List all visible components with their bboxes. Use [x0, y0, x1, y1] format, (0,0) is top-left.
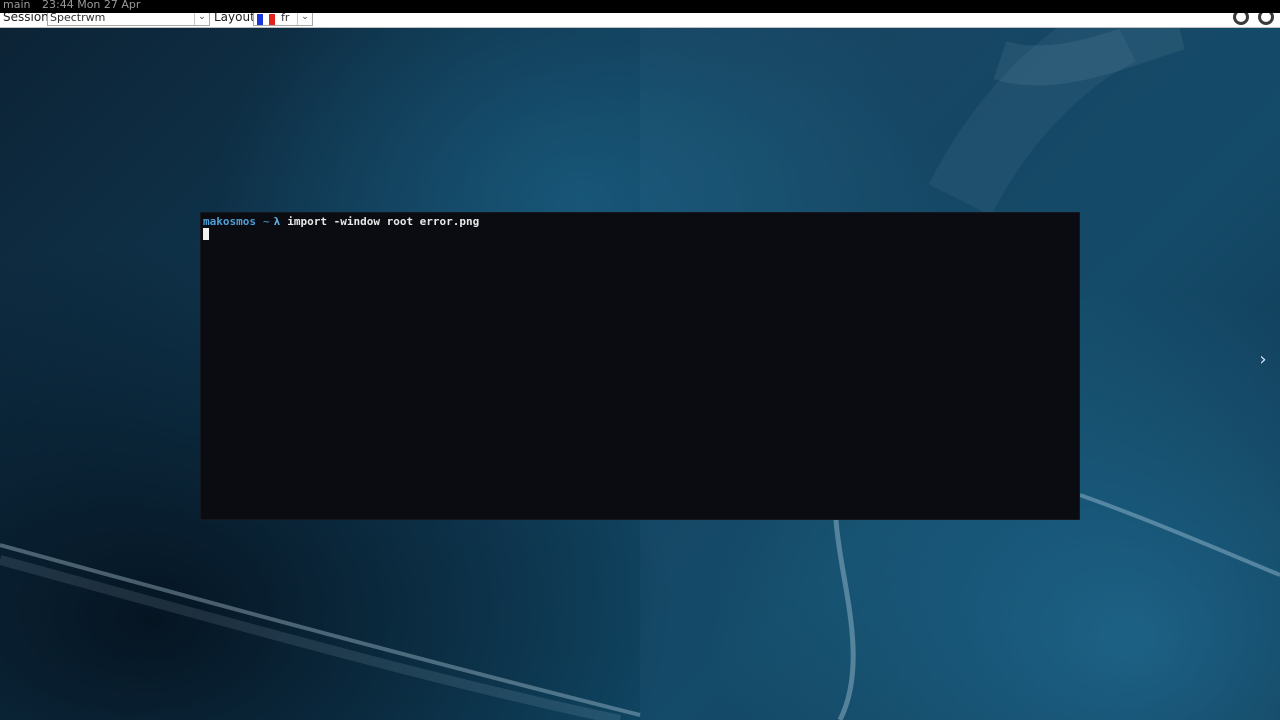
power-icon[interactable]: [1233, 13, 1249, 25]
terminal-window[interactable]: makosmos ~ λ import -window root error.png: [200, 212, 1080, 520]
layout-select[interactable]: fr ⌄: [253, 13, 313, 26]
session-label: Session: [3, 13, 49, 24]
prompt-user: makosmos: [203, 215, 256, 228]
status-bar: main 23:44 Mon 27 Apr: [0, 0, 1280, 13]
prompt-symbol: λ: [273, 215, 281, 228]
chevron-right-icon[interactable]: ›: [1255, 350, 1271, 370]
layout-select-value: fr: [281, 13, 290, 24]
session-select[interactable]: Spectrwm ⌄: [47, 13, 210, 26]
chevron-down-icon: ⌄: [297, 13, 312, 25]
clock: 23:44 Mon 27 Apr: [42, 0, 141, 11]
input-line[interactable]: [203, 228, 209, 242]
prompt-directory: ~: [262, 215, 270, 228]
workspace-name: main: [3, 0, 31, 11]
command-text: import -window root error.png: [287, 215, 480, 228]
layout-label: Layout: [214, 13, 255, 24]
chevron-down-icon: ⌄: [194, 13, 209, 25]
session-toolbar: Session Spectrwm ⌄ Layout fr ⌄: [0, 13, 1280, 28]
prompt-line: makosmos ~ λ import -window root error.png: [203, 215, 479, 229]
session-select-value: Spectrwm: [50, 13, 106, 24]
french-flag-icon: [257, 14, 275, 25]
restart-icon[interactable]: [1258, 13, 1274, 25]
desktop: main 23:44 Mon 27 Apr Session Spectrwm ⌄…: [0, 0, 1280, 720]
text-cursor: [203, 228, 209, 240]
